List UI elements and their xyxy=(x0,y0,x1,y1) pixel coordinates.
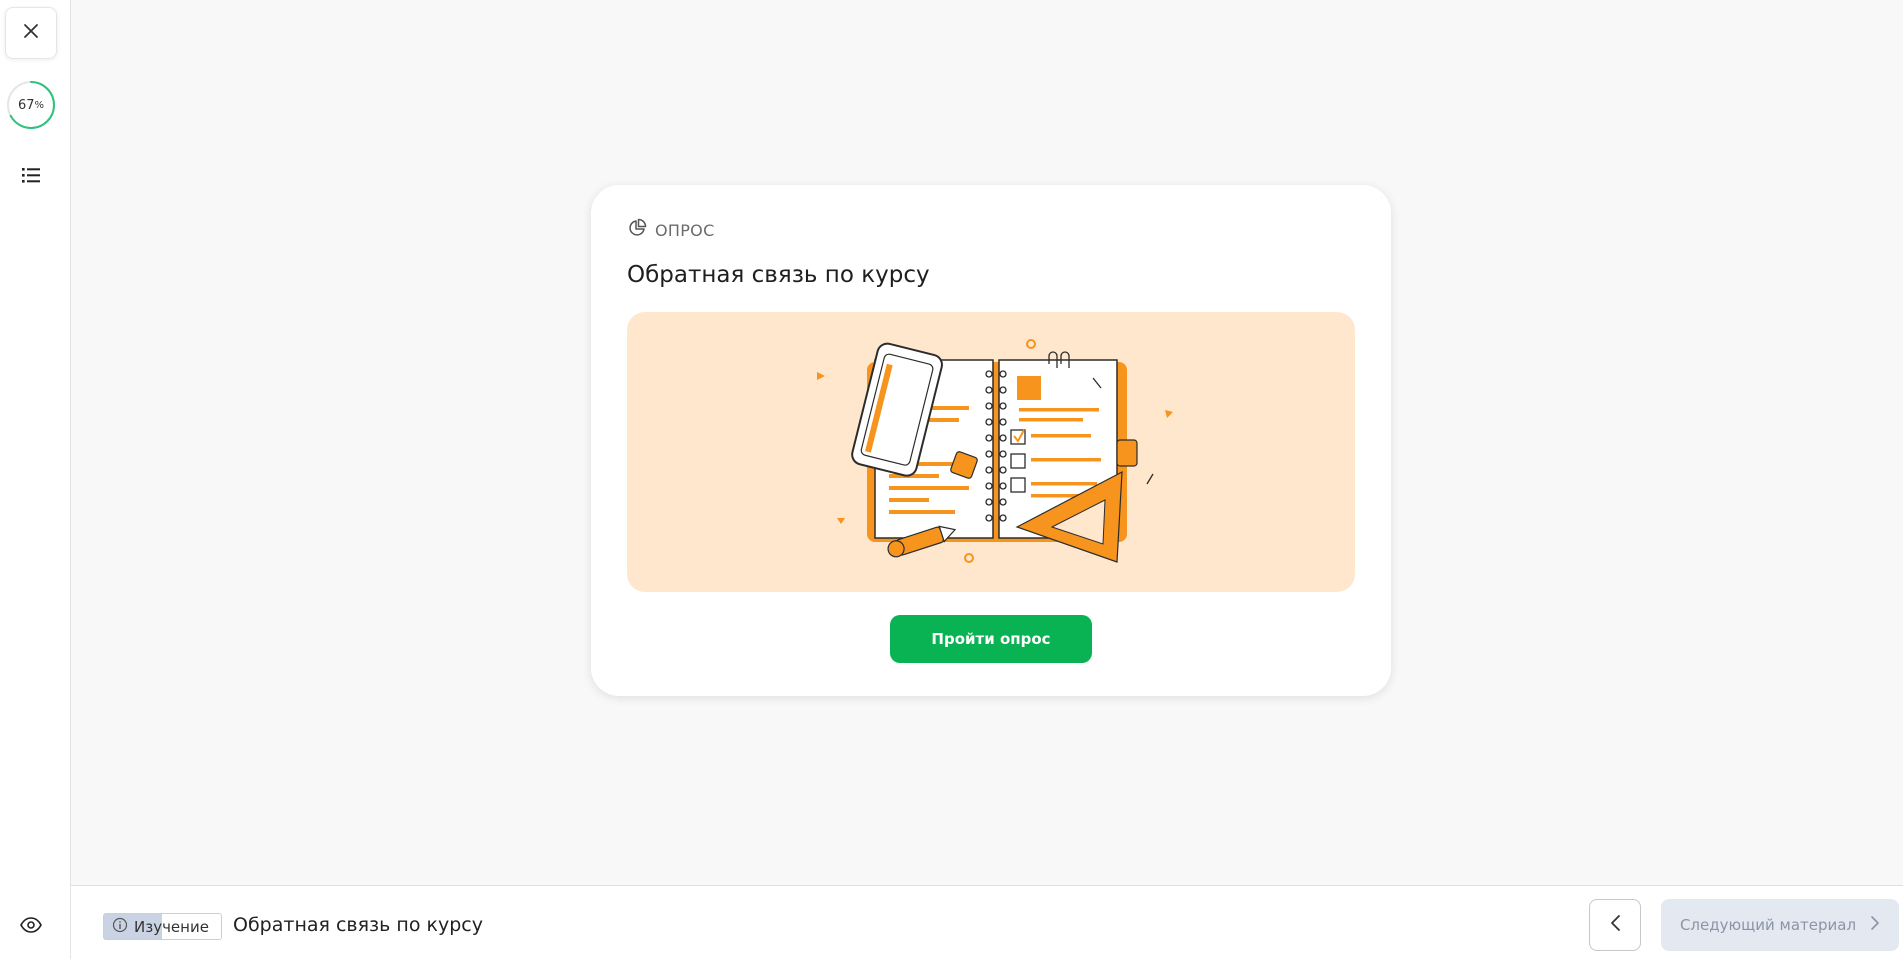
list-icon xyxy=(21,166,41,188)
take-survey-button[interactable]: Пройти опрос xyxy=(890,615,1092,663)
chevron-right-icon xyxy=(1870,915,1880,935)
close-icon xyxy=(23,23,39,43)
mode-badge-label: Изучение xyxy=(134,917,209,936)
preview-button[interactable] xyxy=(16,915,46,939)
next-material-button[interactable]: Следующий материал xyxy=(1661,899,1899,951)
footer-bar: Изучение Обратная связь по курсу Следующ… xyxy=(71,885,1903,959)
footer-material-title: Обратная связь по курсу xyxy=(233,914,483,936)
next-material-label: Следующий материал xyxy=(1679,916,1857,934)
pie-chart-icon xyxy=(627,218,647,242)
chevron-left-icon xyxy=(1609,914,1621,936)
progress-unit: % xyxy=(34,99,45,111)
survey-card: ОПРОС Обратная связь по курсу Пройти опр… xyxy=(591,185,1391,696)
material-type: ОПРОС xyxy=(627,218,715,242)
sidebar: 67% xyxy=(0,0,71,959)
progress-indicator: 67% xyxy=(6,80,56,130)
previous-material-button[interactable] xyxy=(1589,899,1641,951)
table-of-contents-button[interactable] xyxy=(16,165,46,189)
info-icon xyxy=(112,917,128,937)
card-title: Обратная связь по курсу xyxy=(627,262,930,288)
survey-illustration xyxy=(627,312,1355,592)
material-type-label: ОПРОС xyxy=(655,220,715,240)
eye-icon xyxy=(20,917,42,937)
progress-value: 67 xyxy=(17,97,35,113)
mode-badge[interactable]: Изучение xyxy=(103,913,222,940)
close-button[interactable] xyxy=(5,7,57,59)
